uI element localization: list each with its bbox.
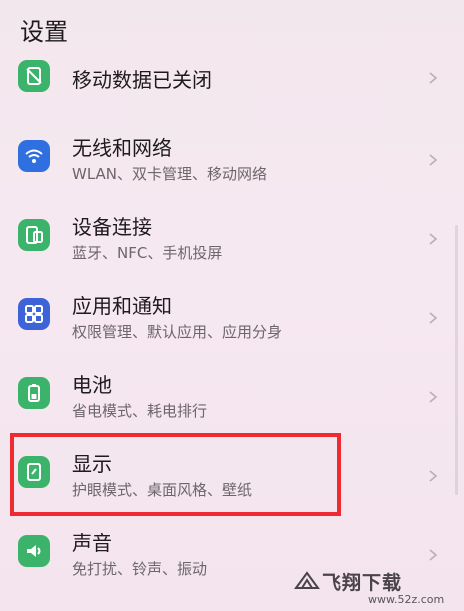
wifi-icon [18,140,50,172]
settings-item-label: 无线和网络 [72,136,172,160]
chevron-right-icon [428,310,438,324]
settings-item-device-connection[interactable]: 设备连接 蓝牙、NFC、手机投屏 [0,197,464,275]
mobile-data-off-icon [18,60,50,92]
settings-item-label: 声音 [72,531,112,555]
battery-icon [18,377,50,409]
chevron-right-icon [428,468,438,482]
settings-item-label: 设备连接 [72,215,152,239]
watermark: 飞翔下载 www.52z.com [294,568,445,606]
settings-item-label: 应用和通知 [72,294,172,318]
apps-grid-icon [18,298,50,330]
chevron-right-icon [428,70,438,84]
watermark-logo-icon [294,571,320,589]
settings-item-sub: 蓝牙、NFC、手机投屏 [72,244,223,262]
chevron-right-icon [428,547,438,561]
page-title: 设置 [20,18,68,46]
chevron-right-icon [428,231,438,245]
header: 设置 [0,0,464,56]
device-connection-icon [18,219,50,251]
scrollbar[interactable] [455,225,458,495]
settings-item-sub: 省电模式、耗电排行 [72,402,208,420]
highlight-box [10,433,341,516]
settings-item-sub: 免打扰、铃声、振动 [72,560,208,578]
settings-item-battery[interactable]: 电池 省电模式、耗电排行 [0,355,464,433]
chevron-right-icon [428,389,438,403]
watermark-url: www.52z.com [368,593,445,606]
settings-item-sub: WLAN、双卡管理、移动网络 [72,165,268,183]
watermark-title: 飞翔下载 [322,572,403,594]
settings-item-apps-notifications[interactable]: 应用和通知 权限管理、默认应用、应用分身 [0,276,464,354]
settings-item-label: 电池 [72,373,112,397]
settings-item-wireless[interactable]: 无线和网络 WLAN、双卡管理、移动网络 [0,118,464,196]
settings-item-mobile-data[interactable]: 移动数据已关闭 [0,50,464,100]
chevron-right-icon [428,152,438,166]
settings-item-label: 移动数据已关闭 [72,68,212,92]
settings-item-sub: 权限管理、默认应用、应用分身 [72,323,283,341]
speaker-icon [18,535,50,567]
